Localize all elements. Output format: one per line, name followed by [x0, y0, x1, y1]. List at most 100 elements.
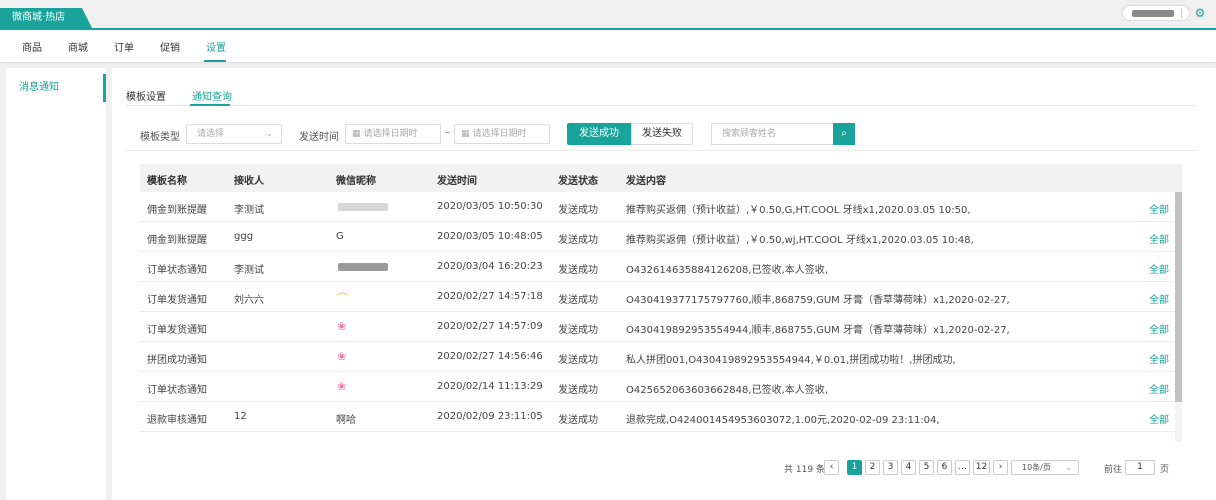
avatar	[338, 263, 388, 271]
page-button-5[interactable]: 5	[919, 460, 934, 475]
cell-send-time: 2020/02/09 23:11:05	[437, 411, 543, 422]
table-row: 拼团成功通知 ❀ 2020/02/27 14:56:46 发送成功 私人拼团00…	[140, 342, 1175, 372]
template-type-select[interactable]: 请选择 ⌄	[186, 124, 282, 144]
cell-receiver: 李测试	[234, 205, 264, 216]
cell-template-name: 订单发货通知	[147, 325, 207, 336]
col-send-content: 发送内容	[626, 176, 666, 187]
page-button-1[interactable]: 1	[847, 460, 862, 475]
sidebar-item-label: 消息通知	[19, 82, 59, 93]
page-button-6[interactable]: 6	[937, 460, 952, 475]
col-receiver: 接收人	[234, 176, 264, 187]
user-account-pill[interactable]	[1122, 5, 1190, 21]
table-row: 订单状态通知 ❀ 2020/02/14 11:13:29 发送成功 O42565…	[140, 372, 1175, 402]
col-send-status: 发送状态	[558, 176, 598, 187]
page-suffix: 页	[1160, 465, 1170, 475]
cell-send-time: 2020/02/27 14:57:18	[437, 291, 543, 302]
cell-template-name: 拼团成功通知	[147, 355, 207, 366]
page-ellipsis[interactable]: ...	[955, 460, 970, 475]
pagination: 共 119 条 ‹ 1 2 3 4 5 6 ... 12 › 10条/页 ⌄ 前…	[112, 460, 1216, 476]
sidebar-active-indicator	[103, 74, 106, 102]
avatar	[338, 203, 388, 211]
shop-tab[interactable]: 微商城·热店	[0, 8, 92, 28]
view-all-link[interactable]: 全部	[1149, 291, 1169, 306]
send-fail-button[interactable]: 发送失败	[631, 123, 693, 145]
chevron-right-icon[interactable]: ›	[993, 460, 1008, 475]
view-all-link[interactable]: 全部	[1149, 321, 1169, 336]
view-all-link[interactable]: 全部	[1149, 261, 1169, 276]
table-row: 订单发货通知 刘六六 ⌒ 2020/02/27 14:57:18 发送成功 O4…	[140, 282, 1175, 312]
top-strip: 微商城·热店 ⚙	[0, 0, 1216, 28]
goto-label: 前往	[1104, 465, 1123, 475]
table-row: 佣金到账提醒 ggg G 2020/03/05 10:48:05 发送成功 推荐…	[140, 222, 1175, 252]
page-button-4[interactable]: 4	[901, 460, 916, 475]
chevron-down-icon: ⌄	[265, 129, 273, 139]
send-time-label: 发送时间	[299, 132, 339, 143]
cell-send-time: 2020/03/05 10:48:05	[437, 231, 543, 242]
chevron-left-icon[interactable]: ‹	[824, 460, 839, 475]
cell-send-content: O430419377175797760,顺丰,868759,GUM 牙膏（香草薄…	[626, 295, 1010, 306]
tab-active-indicator	[190, 104, 230, 106]
cell-receiver: ggg	[234, 231, 254, 242]
page-button-2[interactable]: 2	[865, 460, 880, 475]
cell-send-content: 推荐购买返佣（预计收益）,￥0.50,wj,HT.COOL 牙线x1,2020.…	[626, 235, 974, 246]
cell-receiver: 刘六六	[234, 295, 264, 306]
cell-template-name: 订单状态通知	[147, 265, 207, 276]
tab-template-settings[interactable]: 模板设置	[126, 88, 166, 103]
goto-page-input[interactable]: 1	[1125, 460, 1155, 475]
tab-notification-query[interactable]: 通知查询	[192, 88, 232, 103]
nav-item-orders[interactable]: 订单	[114, 39, 134, 54]
table-row: 订单状态通知 李测试 2020/03/04 16:20:23 发送成功 O432…	[140, 252, 1175, 282]
customer-search-placeholder: 搜索顾客姓名	[722, 129, 777, 139]
page-size-value: 10条/页	[1022, 463, 1051, 472]
cell-template-name: 退款审核通知	[147, 415, 207, 426]
nav-active-indicator	[204, 60, 226, 62]
customer-search-input[interactable]: 搜索顾客姓名	[711, 123, 833, 145]
main-panel: 模板设置 通知查询 模板类型 请选择 ⌄ 发送时间 ▦ 请选择日期时 – ▦ 请选择…	[112, 68, 1216, 500]
page-button-12[interactable]: 12	[973, 460, 990, 475]
view-all-link[interactable]: 全部	[1149, 411, 1169, 426]
search-icon[interactable]: ⌕	[833, 123, 855, 145]
send-success-button[interactable]: 发送成功	[567, 123, 631, 145]
cell-receiver: 李测试	[234, 265, 264, 276]
view-all-link[interactable]: 全部	[1149, 351, 1169, 366]
nav-item-settings[interactable]: 设置	[206, 39, 226, 54]
date-start-input[interactable]: ▦ 请选择日期时	[345, 124, 441, 144]
sidebar: 消息通知	[6, 68, 106, 500]
main-nav: 商品 商城 订单 促销 设置	[0, 28, 1216, 62]
view-all-link[interactable]: 全部	[1149, 381, 1169, 396]
sidebar-item-notifications[interactable]: 消息通知	[6, 74, 106, 102]
cell-send-time: 2020/02/14 11:13:29	[437, 381, 543, 392]
flower-emoji-icon: ❀	[337, 320, 347, 333]
cell-send-status: 发送成功	[558, 385, 598, 396]
calendar-icon: ▦	[461, 129, 470, 139]
cell-send-time: 2020/02/27 14:56:46	[437, 351, 543, 362]
view-all-link[interactable]: 全部	[1149, 201, 1169, 216]
cell-send-status: 发送成功	[558, 235, 598, 246]
cell-send-content: O430419892953554944,顺丰,868755,GUM 牙膏（香草薄…	[626, 325, 1010, 336]
cell-send-content: O432614635884126208,已签收,本人签收,	[626, 265, 828, 276]
cell-template-name: 订单发货通知	[147, 295, 207, 306]
page-size-select[interactable]: 10条/页 ⌄	[1011, 460, 1079, 475]
scrollbar-thumb[interactable]	[1175, 192, 1182, 402]
cell-send-time: 2020/03/05 10:50:30	[437, 201, 543, 212]
cell-send-status: 发送成功	[558, 325, 598, 336]
nav-item-products[interactable]: 商品	[22, 39, 42, 54]
view-all-link[interactable]: 全部	[1149, 231, 1169, 246]
table-header: 模板名称 接收人 微信昵称 发送时间 发送状态 发送内容	[140, 164, 1182, 192]
nav-item-mall[interactable]: 商城	[68, 39, 88, 54]
template-type-label: 模板类型	[140, 132, 180, 143]
cell-send-content: O425652063603662848,已签收,本人签收,	[626, 385, 828, 396]
user-name-redacted	[1132, 10, 1174, 17]
cell-send-status: 发送成功	[558, 295, 598, 306]
cell-wechat-nickname: 啊哈	[336, 415, 356, 426]
gear-icon[interactable]: ⚙	[1193, 6, 1207, 20]
date-end-input[interactable]: ▦ 请选择日期时	[454, 124, 550, 144]
nav-item-promotion[interactable]: 促销	[160, 39, 180, 54]
col-wechat-nickname: 微信昵称	[336, 176, 376, 187]
date-end-placeholder: 请选择日期时	[472, 129, 527, 139]
table-scrollbar[interactable]	[1175, 192, 1182, 442]
shop-tab-label: 微商城·热店	[12, 12, 66, 23]
cell-send-status: 发送成功	[558, 415, 598, 426]
page-button-3[interactable]: 3	[883, 460, 898, 475]
cell-wechat-nickname: G	[336, 231, 344, 242]
